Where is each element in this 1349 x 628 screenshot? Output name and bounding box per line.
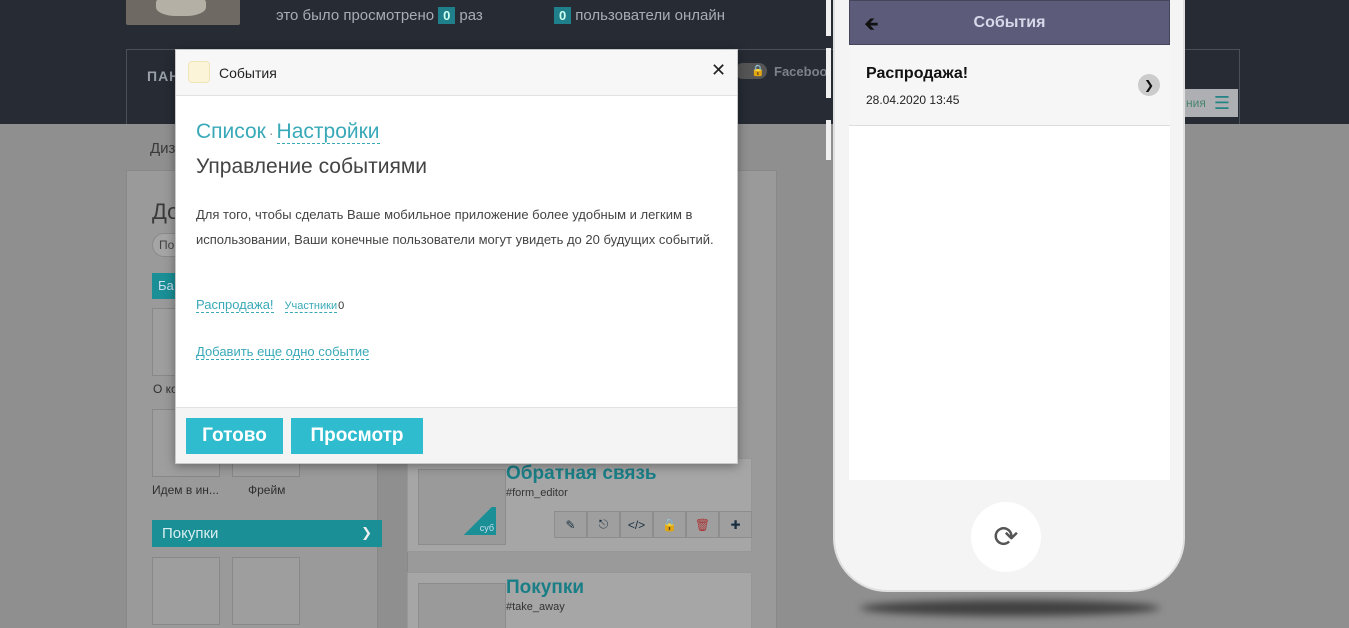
events-icon [188, 61, 210, 83]
back-arrow-icon[interactable]: 🡸 [864, 12, 879, 42]
tab-design[interactable]: Диз [150, 140, 175, 157]
facebook-label: Faceboo [774, 64, 828, 79]
views-unit: раз [459, 7, 483, 24]
views-text: это было просмотрено [276, 7, 435, 24]
crumb-separator: · [268, 125, 274, 141]
phone-side-button [826, 0, 831, 36]
online-stat: 0 пользователи онлайн [554, 7, 725, 24]
modal-title: События [219, 65, 277, 81]
event-link[interactable]: Распродажа! [196, 297, 274, 313]
card-tag: #take_away [506, 601, 565, 613]
modal-heading: Управление событиями [196, 155, 427, 178]
feature-tile-caption: Идем в ин... [152, 483, 219, 497]
modal-footer: Готово Просмотр [176, 407, 737, 463]
participants-link[interactable]: Участники [284, 300, 338, 313]
feature-tile[interactable] [152, 557, 220, 625]
trash-icon[interactable]: 🗑 [686, 511, 719, 538]
phone-header-title: События [973, 13, 1046, 31]
chevron-down-icon: ❯ [361, 525, 372, 540]
chevron-right-icon[interactable]: ❯ [1138, 74, 1160, 96]
modal-description: Для того, чтобы сделать Ваше мобильное п… [196, 207, 714, 247]
lock-icon: 🔒 [751, 65, 765, 77]
event-date: 28.04.2020 13:45 [866, 93, 960, 107]
event-name: Распродажа! [866, 65, 969, 82]
views-count-badge: 0 [438, 7, 456, 24]
phone-shadow [860, 600, 1160, 616]
add-event-link[interactable]: Добавить еще одно событие [196, 344, 370, 360]
crumb-settings[interactable]: Настройки [276, 120, 380, 144]
category-label: Покупки [162, 525, 219, 542]
crumb-list[interactable]: Список [196, 120, 266, 143]
online-count-badge: 0 [554, 7, 572, 24]
link-icon[interactable]: ⎋ [587, 511, 620, 538]
page-card[interactable]: суб Обратная связь #form_editor ✎ ⎋ </> … [407, 458, 752, 552]
phone-header: 🡸 События [849, 0, 1170, 45]
phone-screen: 🡸 События Распродажа! 28.04.2020 13:45 ❯ [849, 0, 1170, 480]
participants-count: 0 [338, 300, 345, 312]
modal-header: События ✕ [176, 50, 737, 96]
page-card[interactable]: Покупки #take_away [407, 572, 752, 628]
menu-label: ния [1186, 96, 1206, 110]
event-row: Распродажа! Участники 0 [196, 297, 344, 313]
app-thumbnail [126, 0, 240, 25]
close-icon[interactable]: ✕ [711, 60, 726, 81]
preview-button[interactable]: Просмотр [291, 418, 423, 454]
phone-side-button [826, 120, 831, 160]
menu-button[interactable]: ния ☰ [1178, 89, 1238, 117]
code-icon[interactable]: </> [620, 511, 653, 538]
event-list-item[interactable]: Распродажа! 28.04.2020 13:45 ❯ [849, 45, 1170, 126]
done-button[interactable]: Готово [186, 418, 283, 454]
feature-tile-caption: Фрейм [248, 483, 286, 497]
lock-icon[interactable]: 🔒 [653, 511, 686, 538]
card-toolbar: ✎ ⎋ </> 🔒 🗑 ✚ [554, 511, 752, 538]
phone-side-button [826, 48, 831, 98]
tag-icon [418, 583, 506, 628]
breadcrumb: Список · Настройки [196, 120, 380, 144]
move-icon[interactable]: ✚ [719, 511, 752, 538]
feature-tile[interactable] [232, 557, 300, 625]
card-title: Обратная связь [506, 463, 657, 484]
card-tag: #form_editor [506, 487, 568, 499]
pencil-icon[interactable]: ✎ [554, 511, 587, 538]
card-title: Покупки [506, 577, 585, 598]
online-text: пользователи онлайн [575, 7, 726, 24]
events-modal: События ✕ Список · Настройки Управление со… [175, 49, 738, 464]
refresh-icon[interactable]: ⟳ [971, 502, 1041, 572]
menu-icon: ☰ [1213, 92, 1230, 113]
views-stat: это было просмотрено 0 раз [276, 7, 483, 24]
sub-badge: суб [460, 507, 496, 535]
category-bar-purchases[interactable]: Покупки ❯ [152, 520, 382, 547]
